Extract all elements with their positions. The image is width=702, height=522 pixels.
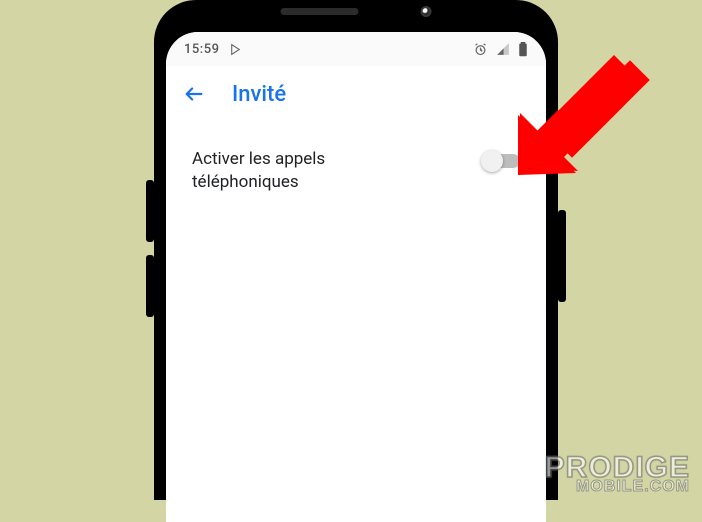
front-camera [421, 6, 432, 17]
enable-calls-toggle[interactable] [484, 154, 520, 168]
earpiece-speaker [281, 8, 359, 15]
power-button[interactable] [558, 210, 566, 302]
volume-down-button[interactable] [146, 255, 154, 317]
battery-icon [518, 42, 528, 57]
arrow-left-icon [183, 83, 205, 105]
status-clock: 15:59 [184, 42, 219, 57]
signal-icon [496, 42, 510, 56]
setting-label: Activer les appels téléphoniques [192, 148, 432, 194]
phone-notch [281, 6, 432, 17]
setting-enable-calls[interactable]: Activer les appels téléphoniques [186, 138, 526, 204]
watermark: PRODIGE MOBILE.COM [545, 455, 690, 494]
volume-up-button[interactable] [146, 180, 154, 242]
phone-frame: 15:59 Invité [154, 0, 558, 500]
watermark-line1: PRODIGE [545, 455, 690, 481]
settings-content: Activer les appels téléphoniques [166, 122, 546, 522]
alarm-icon [473, 42, 488, 57]
screen: 15:59 Invité [166, 32, 546, 522]
status-bar: 15:59 [166, 32, 546, 66]
toggle-thumb [481, 150, 503, 172]
page-title: Invité [232, 82, 286, 107]
play-store-icon [229, 43, 242, 56]
back-button[interactable] [180, 80, 208, 108]
app-bar: Invité [166, 66, 546, 122]
